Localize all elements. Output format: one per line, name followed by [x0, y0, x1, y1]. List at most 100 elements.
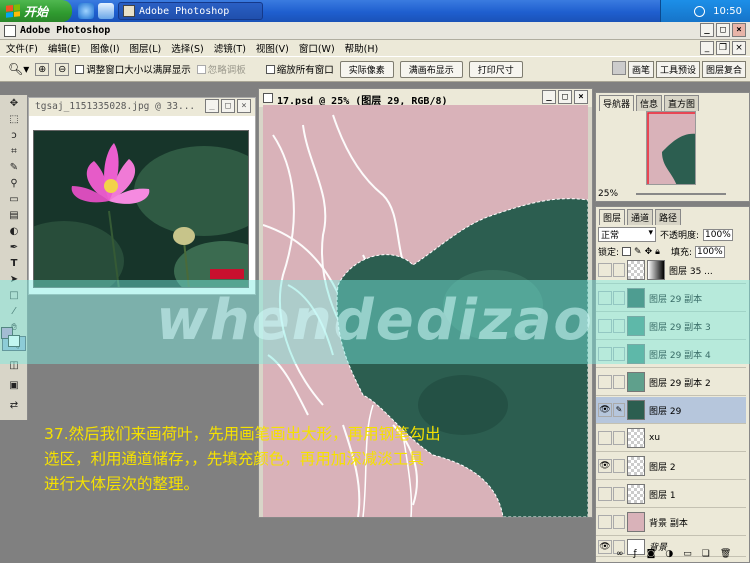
- eye-toggle[interactable]: [598, 487, 612, 501]
- marquee-tool-icon[interactable]: ⬚: [2, 112, 26, 127]
- opacity-field[interactable]: 100%: [703, 228, 733, 241]
- menu-view[interactable]: 视图(V): [256, 41, 289, 55]
- palette-well-icon[interactable]: [611, 61, 626, 75]
- link-toggle[interactable]: [613, 487, 625, 501]
- jump-to-imageready-icon[interactable]: ⇄: [2, 398, 26, 413]
- menu-layer[interactable]: 图层(L): [130, 41, 162, 55]
- pen-tool-icon[interactable]: ✒: [2, 240, 26, 255]
- taskbar-photoshop-button[interactable]: Adobe Photoshop: [118, 2, 263, 20]
- blend-row: 正常 ▾ 不透明度: 100%: [598, 227, 733, 242]
- resize-checkbox-box[interactable]: [75, 64, 85, 74]
- doc1-maximize-button[interactable]: □: [221, 99, 235, 113]
- resize-windows-checkbox[interactable]: 调整窗口大小以满屏显示: [75, 62, 191, 76]
- zoom-all-box[interactable]: [265, 64, 275, 74]
- doc2-close-button[interactable]: ×: [574, 90, 588, 104]
- brush-link-icon[interactable]: ✎: [613, 403, 625, 417]
- lock-transparency-icon[interactable]: [622, 247, 632, 256]
- layer-row[interactable]: 背景 副本: [596, 509, 746, 536]
- lasso-tool-icon[interactable]: ↄ: [2, 128, 26, 143]
- fill-field[interactable]: 100%: [694, 245, 725, 258]
- ignore-palettes-checkbox[interactable]: 忽略调板: [196, 62, 246, 76]
- doc-minimize-button[interactable]: _: [700, 41, 714, 55]
- screen-mode-icon[interactable]: ▣: [2, 378, 26, 393]
- brush-tool-icon[interactable]: ✎: [2, 160, 26, 175]
- eye-toggle[interactable]: [598, 431, 612, 445]
- fit-screen-button[interactable]: 满画布显示: [399, 60, 463, 78]
- doc-restore-button[interactable]: ❐: [716, 41, 730, 55]
- layer-style-icon[interactable]: ƒ: [634, 549, 637, 559]
- tab-navigator[interactable]: 导航器: [599, 95, 635, 111]
- doc1-close-button[interactable]: ×: [237, 99, 251, 113]
- desktop-icon[interactable]: [98, 3, 114, 19]
- palette-tab-brushes[interactable]: 画笔: [627, 61, 654, 78]
- maximize-button[interactable]: □: [716, 23, 730, 37]
- lock-move-icon[interactable]: ✥: [645, 247, 653, 257]
- navigator-zoom-slider[interactable]: [636, 193, 726, 195]
- palette-tab-tool-presets[interactable]: 工具预设: [655, 61, 700, 78]
- palette-tab-layer-comps[interactable]: 图层复合: [701, 61, 746, 78]
- menu-filter[interactable]: 滤镜(T): [214, 41, 246, 55]
- stamp-tool-icon[interactable]: ⚲: [2, 176, 26, 191]
- blend-mode-select[interactable]: 正常 ▾: [598, 227, 656, 242]
- adjustment-icon[interactable]: ◑: [665, 549, 673, 559]
- doc2-maximize-button[interactable]: □: [558, 90, 572, 104]
- dodge-tool-icon[interactable]: ◐: [2, 224, 26, 239]
- eye-toggle[interactable]: [598, 263, 612, 277]
- layer-row[interactable]: 👁︎ 图层 2: [596, 453, 746, 480]
- type-tool-icon[interactable]: T: [2, 256, 26, 271]
- link-toggle[interactable]: [613, 459, 625, 473]
- print-size-button[interactable]: 打印尺寸: [468, 60, 523, 78]
- zoom-tool-icon[interactable]: 🔍︎▾: [8, 62, 29, 76]
- close-button[interactable]: ×: [732, 23, 746, 37]
- link-toggle[interactable]: [613, 263, 625, 277]
- options-bar: 🔍︎▾ ⊕ ⊖ 调整窗口大小以满屏显示 忽略调板 缩放所有窗口 实际像素 满画布…: [0, 56, 750, 82]
- tab-paths[interactable]: 路径: [655, 209, 682, 225]
- gradient-tool-icon[interactable]: ▤: [2, 208, 26, 223]
- lock-paint-icon[interactable]: ✎: [634, 247, 642, 257]
- zoom-in-icon[interactable]: ⊕: [35, 62, 50, 76]
- navigator-thumbnail[interactable]: [646, 111, 696, 185]
- ignore-palettes-box[interactable]: [196, 64, 206, 74]
- lock-all-icon[interactable]: 🔒︎: [655, 247, 660, 257]
- menu-image[interactable]: 图像(I): [90, 41, 119, 55]
- layer-row[interactable]: 图层 29 副本 2: [596, 369, 746, 396]
- ie-icon[interactable]: [78, 3, 94, 19]
- eye-icon[interactable]: 👁︎: [598, 403, 612, 417]
- menu-help[interactable]: 帮助(H): [345, 41, 379, 55]
- zoom-out-icon[interactable]: ⊖: [55, 62, 70, 76]
- doc-close-button[interactable]: ×: [732, 41, 746, 55]
- trash-icon[interactable]: 🗑︎: [720, 549, 731, 559]
- tab-info[interactable]: 信息: [636, 95, 663, 111]
- start-button[interactable]: 开始: [0, 0, 72, 22]
- menu-window[interactable]: 窗口(W): [299, 41, 335, 55]
- group-icon[interactable]: ▭: [683, 549, 692, 559]
- eye-icon[interactable]: 👁︎: [598, 459, 612, 473]
- tab-layers[interactable]: 图层: [599, 209, 626, 225]
- layer-row[interactable]: 图层 1: [596, 481, 746, 508]
- layer-row-selected[interactable]: 👁︎ ✎ 图层 29: [596, 397, 746, 424]
- menu-select[interactable]: 选择(S): [171, 41, 203, 55]
- menu-edit[interactable]: 编辑(E): [48, 41, 80, 55]
- crop-tool-icon[interactable]: ⌗: [2, 144, 26, 159]
- move-tool-icon[interactable]: ✥: [2, 96, 26, 111]
- eye-icon[interactable]: 👁︎: [598, 539, 612, 554]
- mask-icon[interactable]: ◙: [647, 549, 656, 559]
- minimize-button[interactable]: _: [700, 23, 714, 37]
- link-toggle[interactable]: [613, 515, 625, 529]
- eye-toggle[interactable]: [598, 515, 612, 529]
- link-toggle[interactable]: [613, 431, 625, 445]
- tab-histogram[interactable]: 直方图: [664, 95, 700, 111]
- navigator-zoom[interactable]: 25%: [598, 189, 618, 199]
- tab-channels[interactable]: 通道: [627, 209, 654, 225]
- menu-file[interactable]: 文件(F): [6, 41, 38, 55]
- new-layer-icon[interactable]: ❏: [702, 549, 710, 559]
- actual-pixels-button[interactable]: 实际像素: [339, 60, 394, 78]
- link-layers-icon[interactable]: ∞: [616, 549, 624, 559]
- eraser-tool-icon[interactable]: ▭: [2, 192, 26, 207]
- eye-toggle[interactable]: [598, 375, 612, 389]
- zoom-all-windows-checkbox[interactable]: 缩放所有窗口: [265, 62, 334, 76]
- doc1-minimize-button[interactable]: _: [205, 99, 219, 113]
- layer-row[interactable]: xu: [596, 425, 746, 452]
- link-toggle[interactable]: [613, 375, 625, 389]
- doc2-minimize-button[interactable]: _: [542, 90, 556, 104]
